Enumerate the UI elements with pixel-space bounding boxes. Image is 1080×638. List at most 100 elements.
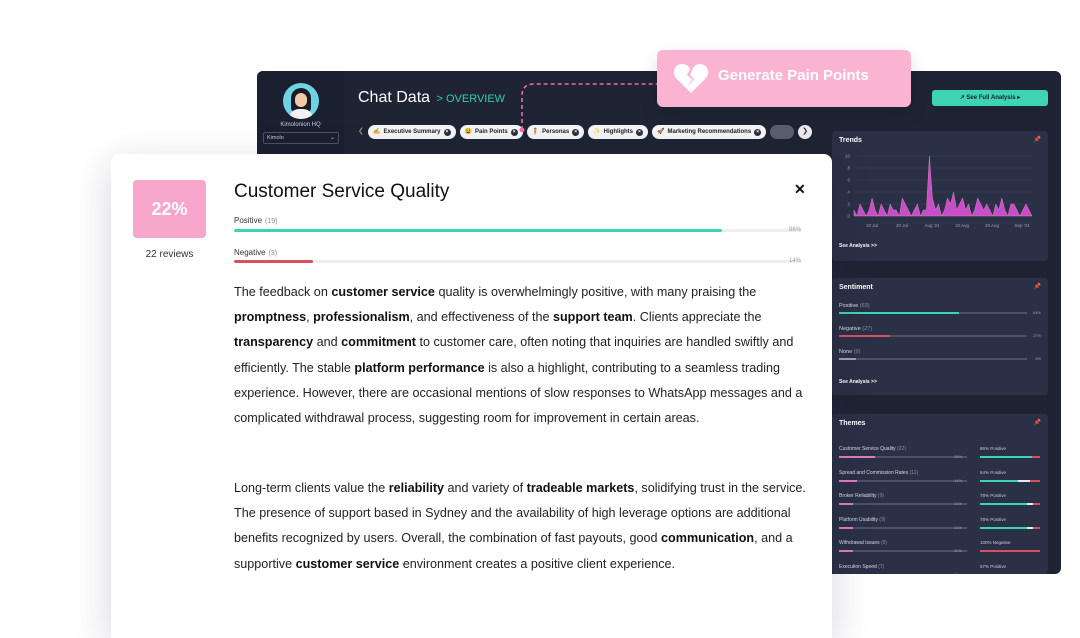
breadcrumb[interactable]: > OVERVIEW [437, 93, 506, 105]
sentiment-see-analysis-link[interactable]: See Analysis >> [839, 379, 877, 385]
y-tick-label: 0 [847, 214, 850, 219]
negative-label: Negative (3) [234, 248, 278, 257]
x-tick-label: 10 Jul [866, 223, 878, 228]
share-badge: 22% [133, 180, 206, 238]
screenshot-stage: Kimolonion HQ Kimolo ⌄ Chat Data > OVERV… [0, 0, 1080, 638]
text-run: Long-term clients value the [234, 481, 389, 495]
emphasis: promptness [234, 310, 307, 325]
sentiment-title: Sentiment [839, 284, 873, 291]
theme-sentiment-bar [980, 573, 1040, 574]
theme-share-track [839, 456, 967, 458]
org-name: Kimolonion HQ [280, 122, 321, 128]
text-run: and [313, 335, 342, 350]
theme-row[interactable]: Platform Usability (9) 78% Positive 11% [839, 517, 1041, 537]
theme-share-track [839, 550, 967, 552]
emphasis: commitment [341, 335, 416, 350]
theme-row[interactable]: Customer Service Quality (22) 86% Positiv… [839, 446, 1041, 466]
sentiment-row-positive[interactable]: Positive (63) 64% [839, 303, 1041, 317]
avatar[interactable] [283, 83, 319, 119]
close-icon[interactable]: × [443, 128, 451, 136]
org-select-value: Kimolo [267, 135, 284, 141]
sentiment-pct: 9% [1035, 356, 1041, 361]
tab-executive-summary[interactable]: ✍ Executive Summary × [368, 125, 456, 139]
theme-name: Customer Service Quality (22) [839, 446, 906, 452]
emphasis: support team [552, 310, 633, 325]
summary-paragraph-1: The feedback on customer service quality… [234, 280, 814, 431]
themes-panel: Themes 📌 Customer Service Quality (22) 86… [832, 414, 1048, 574]
y-tick-label: 4 [847, 190, 850, 195]
theme-row[interactable]: Spread and Commission Rates (11) 64% Posi… [839, 470, 1041, 490]
theme-row[interactable]: Broker Reliability (9) 78% Positive 11% [839, 493, 1041, 513]
tab-marketing-recommendations[interactable]: 🚀 Marketing Recommendations × [652, 125, 767, 139]
theme-sentiment-bar [980, 479, 1040, 482]
theme-share-fill [839, 526, 854, 529]
text-run: , and effectiveness of the [409, 310, 553, 325]
close-icon[interactable]: × [754, 128, 762, 136]
theme-sentiment-label: 57% Positive [980, 563, 1007, 569]
negative-bar [234, 260, 801, 263]
tab-overflow[interactable] [770, 125, 795, 139]
trends-see-analysis-link[interactable]: See Analysis >> [839, 243, 877, 249]
generate-pain-points-button[interactable]: Generate Pain Points [657, 50, 911, 107]
positive-bar-fill [234, 229, 722, 232]
broken-heart-icon [673, 64, 709, 93]
chevron-down-icon: ⌄ [329, 135, 335, 141]
sentiment-fill [839, 312, 960, 314]
tabs-scroll-right-icon[interactable]: ❯ [798, 125, 813, 139]
theme-positive-fill [980, 573, 1015, 574]
theme-sentiment-label: 100% Negative [980, 540, 1011, 545]
y-tick-label: 6 [847, 178, 850, 183]
y-tick-label: 10 [845, 154, 851, 159]
theme-share-pct: 11% [954, 548, 962, 553]
theme-sentiment-label: 78% Positive [980, 493, 1007, 498]
theme-detail-card: 22% 22 reviews Customer Service Quality … [111, 154, 832, 638]
emphasis: platform performance [354, 360, 485, 375]
sentiment-track [839, 335, 1027, 337]
theme-sentiment-bar [980, 503, 1040, 505]
theme-neutral-fill [1018, 479, 1031, 482]
theme-share-fill [839, 479, 857, 482]
theme-share-pct: 9% [954, 571, 960, 575]
theme-share-fill [839, 456, 875, 458]
sentiment-track [839, 312, 1027, 314]
theme-sentiment-label: 86% Positive [980, 446, 1007, 451]
trends-chart: 10 8 6 4 2 0 10 Jul 20 Jul Aug '24 10 Aug 20 Aug Se… [845, 154, 1033, 228]
theme-share-fill [839, 550, 854, 552]
sentiment-row-none[interactable]: None (9) 9% [839, 349, 1041, 363]
tab-label: Executive Summary [383, 129, 441, 135]
theme-name: Broker Reliability (9) [839, 493, 885, 499]
emphasis: tradeable markets [526, 481, 635, 495]
close-icon[interactable]: ✕ [794, 181, 806, 198]
summary-paragraph-2: Long-term clients value the reliability … [234, 476, 814, 577]
theme-name: Spread and Commission Rates (11) [839, 469, 919, 476]
theme-share-track [839, 479, 967, 482]
sentiment-fill [839, 335, 890, 337]
text-run: quality is overwhelmingly positive, with… [434, 285, 757, 299]
theme-name: Withdrawal Issues (9) [839, 540, 888, 546]
theme-sentiment-label: 64% Positive [980, 469, 1007, 475]
theme-share-fill [839, 503, 854, 505]
tabs-scroll-left-icon[interactable]: ❮ [358, 127, 364, 135]
org-select[interactable]: Kimolo ⌄ [263, 132, 339, 144]
theme-share-pct: 14% [954, 477, 963, 483]
x-tick-label: Sep '24 [1014, 223, 1030, 228]
sentiment-pct: 27% [1032, 333, 1041, 338]
theme-row[interactable]: Withdrawal Issues (9) 100% Negative 11% [839, 540, 1041, 560]
text-run: . Clients appreciate the [632, 310, 762, 325]
reviews-count: 22 reviews [145, 249, 194, 260]
see-full-analysis-button[interactable]: ↗ See Full Analysis ▸ [932, 90, 1048, 106]
pin-icon[interactable]: 📌 [1034, 419, 1041, 426]
tab-icon: ✍ [373, 129, 381, 135]
theme-row[interactable]: Execution Speed (7) 57% Positive 9% [839, 563, 1041, 575]
theme-share-track [839, 503, 967, 505]
sentiment-row-negative[interactable]: Negative (27) 27% [839, 326, 1041, 340]
tab-label: Marketing Recommendations [667, 129, 752, 135]
emphasis: reliability [388, 481, 445, 495]
pin-icon[interactable]: 📌 [1034, 283, 1041, 290]
negative-bar-fill [234, 260, 314, 263]
theme-share-track [839, 526, 967, 529]
sentiment-track [839, 358, 1027, 360]
callout-connector [519, 83, 658, 132]
y-tick-label: 2 [847, 202, 850, 207]
theme-neutral-fill [1026, 503, 1033, 505]
